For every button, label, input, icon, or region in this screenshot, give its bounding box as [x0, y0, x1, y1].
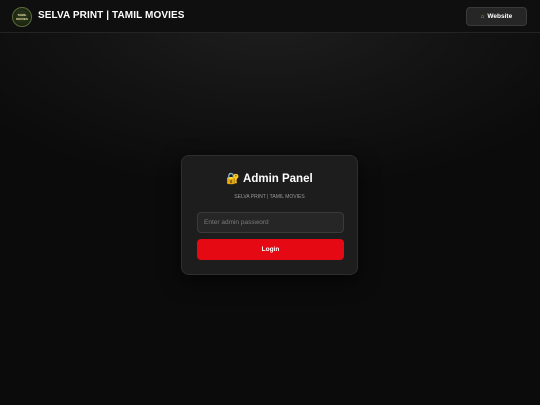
- card-subtitle: SELVA PRINT | TAMIL MOVIES: [234, 194, 305, 200]
- home-icon: ⌂: [480, 13, 485, 20]
- site-title[interactable]: SELVA PRINT | TAMIL MOVIES: [38, 10, 185, 21]
- card-title: Admin Panel: [243, 173, 313, 185]
- card-heading: 🔐 Admin Panel: [182, 172, 357, 185]
- password-input[interactable]: [197, 212, 344, 233]
- top-navbar: TAMIL MOVIES SELVA PRINT | TAMIL MOVIES …: [0, 0, 540, 33]
- lock-icon: 🔐: [226, 173, 241, 185]
- website-button-label: Website: [487, 13, 513, 20]
- website-button[interactable]: ⌂ Website: [466, 7, 527, 26]
- site-logo[interactable]: TAMIL MOVIES: [12, 7, 32, 27]
- login-button[interactable]: Login: [197, 239, 344, 260]
- admin-login-card: 🔐 Admin Panel SELVA PRINT | TAMIL MOVIES …: [181, 155, 358, 275]
- site-logo-text: TAMIL MOVIES: [16, 13, 28, 21]
